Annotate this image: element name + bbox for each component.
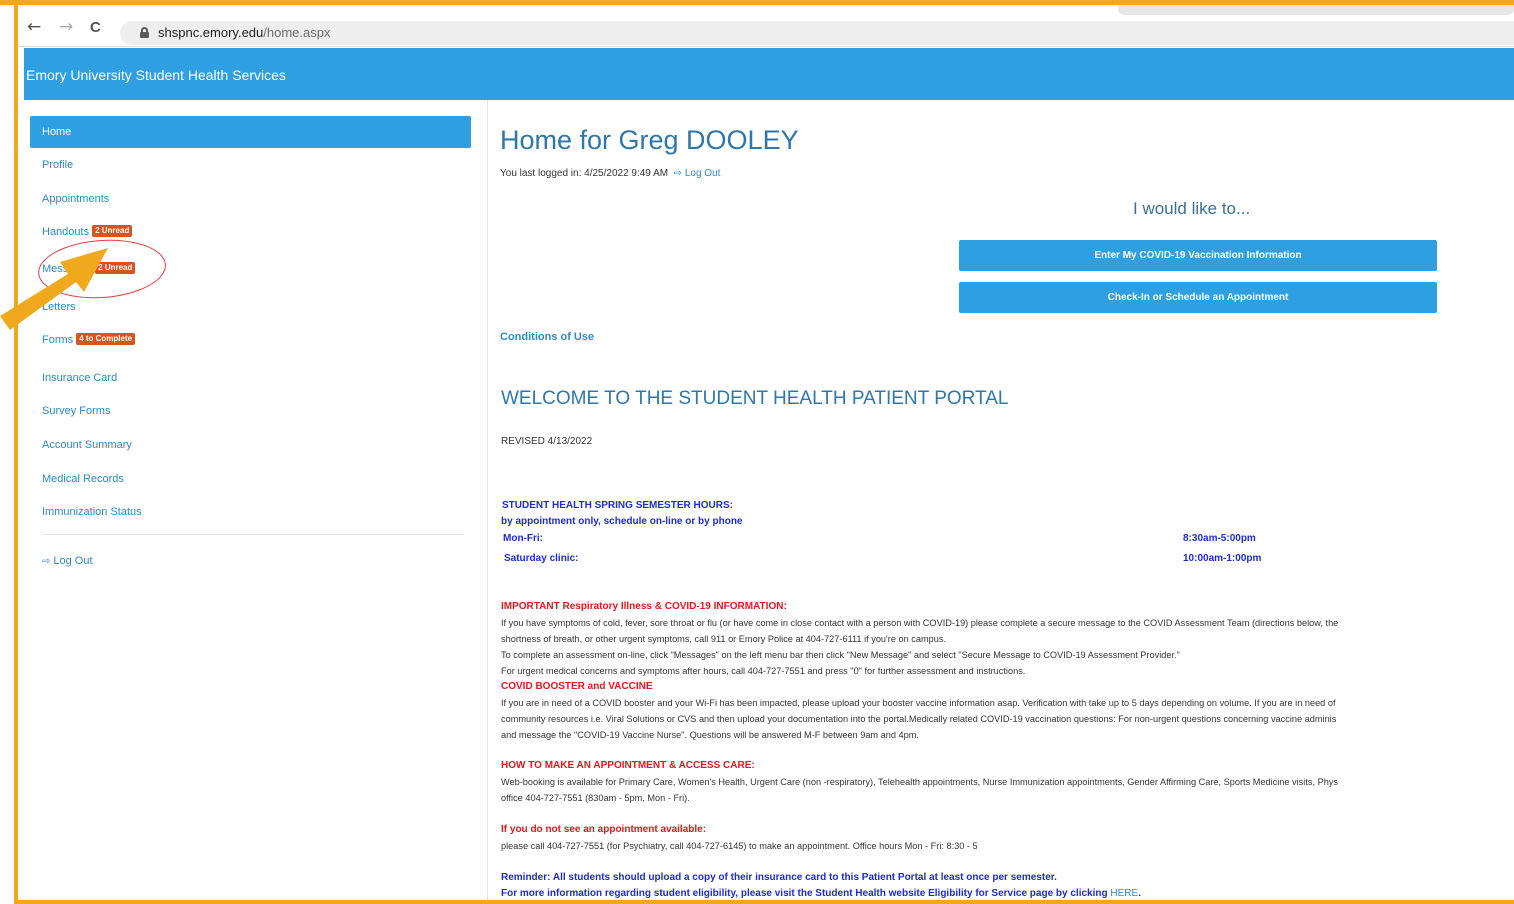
covid-vaccination-button[interactable]: Enter My COVID-19 Vaccination Informatio… <box>959 240 1437 271</box>
conditions-of-use-link[interactable]: Conditions of Use <box>500 331 594 343</box>
booster-text: If you are in need of a COVID booster an… <box>501 698 1336 708</box>
sidebar-item-label: Account Summary <box>42 439 132 451</box>
screenshot-frame-bottom <box>14 900 1514 904</box>
hours-day: Saturday clinic: <box>504 553 579 564</box>
check-in-button[interactable]: Check-In or Schedule an Appointment <box>959 282 1437 313</box>
sidebar-logout[interactable]: ⇨ Log Out <box>42 554 93 569</box>
booster-text: and message the "COVID-19 Vaccine Nurse"… <box>501 730 919 740</box>
booster-heading: COVID BOOSTER and VACCINE <box>501 681 653 692</box>
howto-text: Web-booking is available for Primary Car… <box>501 777 1338 787</box>
sidebar: Home Profile Appointments Handouts 2 Unre… <box>24 100 488 900</box>
screenshot-frame-left <box>14 0 18 904</box>
no-appointment-heading: If you do not see an appointment availab… <box>501 824 707 835</box>
sidebar-item-account-summary[interactable]: Account Summary <box>42 438 132 452</box>
here-link[interactable]: HERE <box>1110 888 1138 899</box>
welcome-heading: WELCOME TO THE STUDENT HEALTH PATIENT PO… <box>501 388 1009 409</box>
reload-icon[interactable]: C <box>90 19 101 36</box>
sidebar-item-label: Survey Forms <box>42 405 111 417</box>
important-text: If you have symptoms of cold, fever, sor… <box>501 618 1339 628</box>
tab-strip <box>1118 5 1514 15</box>
back-icon[interactable]: ← <box>27 19 41 36</box>
sidebar-item-label: Immunization Status <box>42 506 142 518</box>
page-title: Home for Greg DOOLEY <box>500 125 799 155</box>
important-text: For urgent medical concerns and symptoms… <box>501 666 1026 676</box>
sidebar-item-label: Forms <box>42 334 74 346</box>
logout-icon: ⇨ <box>42 556 51 567</box>
lock-icon[interactable] <box>140 27 149 38</box>
sidebar-item-home[interactable]: Home <box>30 116 471 148</box>
main-content: Home for Greg DOOLEY You last logged in:… <box>489 100 1514 900</box>
sidebar-item-forms[interactable]: Forms 4 to Complete <box>42 333 136 347</box>
to-complete-badge: 4 to Complete <box>76 333 136 345</box>
hours-day: Mon-Fri: <box>503 533 543 544</box>
important-text: shortness of breath, or other urgent sym… <box>501 634 947 644</box>
header-logout-link[interactable]: ⇨ Log Out <box>674 168 721 179</box>
sidebar-item-label: Log Out <box>53 555 93 567</box>
sidebar-item-insurance-card[interactable]: Insurance Card <box>42 371 117 385</box>
sidebar-item-medical-records[interactable]: Medical Records <box>42 472 124 486</box>
url-text[interactable]: shspnc.emory.edu/home.aspx <box>158 25 330 40</box>
hours-time: 10:00am-1:00pm <box>1183 553 1262 564</box>
last-login-line: You last logged in: 4/25/2022 9:49 AM ⇨ … <box>500 168 720 179</box>
sidebar-divider <box>42 534 464 535</box>
howto-heading: HOW TO MAKE AN APPOINTMENT & ACCESS CARE… <box>501 760 755 771</box>
browser-toolbar: ← → C shspnc.emory.edu/home.aspx <box>18 5 1514 47</box>
last-login-text: You last logged in: 4/25/2022 9:49 AM <box>500 168 669 179</box>
important-text: To complete an assessment on-line, click… <box>501 650 1180 660</box>
app-header: Emory University Student Health Services <box>24 48 1514 100</box>
sidebar-item-survey-forms[interactable]: Survey Forms <box>42 404 110 418</box>
would-like-heading: I would like to... <box>1133 199 1251 218</box>
booster-text: community resources i.e. Viral Solutions… <box>501 714 1337 724</box>
logout-icon: ⇨ <box>673 168 683 179</box>
hours-time: 8:30am-5:00pm <box>1183 533 1256 544</box>
howto-text: office 404-727-7551 (830am - 5pm, Mon - … <box>501 793 690 803</box>
revised-date: REVISED 4/13/2022 <box>501 436 593 447</box>
hours-subheading: by appointment only, schedule on-line or… <box>501 516 743 527</box>
sidebar-item-profile[interactable]: Profile <box>42 158 73 172</box>
sidebar-item-label: Profile <box>42 159 74 171</box>
app-title[interactable]: Emory University Student Health Services <box>26 67 286 83</box>
sidebar-item-immunization-status[interactable]: Immunization Status <box>42 505 142 519</box>
reminder-text: Reminder: All students should upload a c… <box>501 872 1057 883</box>
address-bar[interactable]: shspnc.emory.edu/home.aspx <box>120 21 1514 45</box>
no-appointment-text: please call 404-727-7551 (for Psychiatry… <box>501 841 978 851</box>
annotation-arrow-icon <box>0 248 108 330</box>
sidebar-item-label: Appointments <box>42 193 110 205</box>
sidebar-item-label: Home <box>42 126 72 138</box>
important-heading: IMPORTANT Respiratory Illness & COVID-19… <box>501 601 787 612</box>
hours-heading: STUDENT HEALTH SPRING SEMESTER HOURS: <box>502 500 733 511</box>
forward-icon[interactable]: → <box>59 19 73 36</box>
sidebar-item-label: Medical Records <box>42 473 124 485</box>
sidebar-item-label: Insurance Card <box>42 372 118 384</box>
sidebar-item-appointments[interactable]: Appointments <box>42 192 109 206</box>
eligibility-text: For more information regarding student e… <box>501 888 1141 899</box>
